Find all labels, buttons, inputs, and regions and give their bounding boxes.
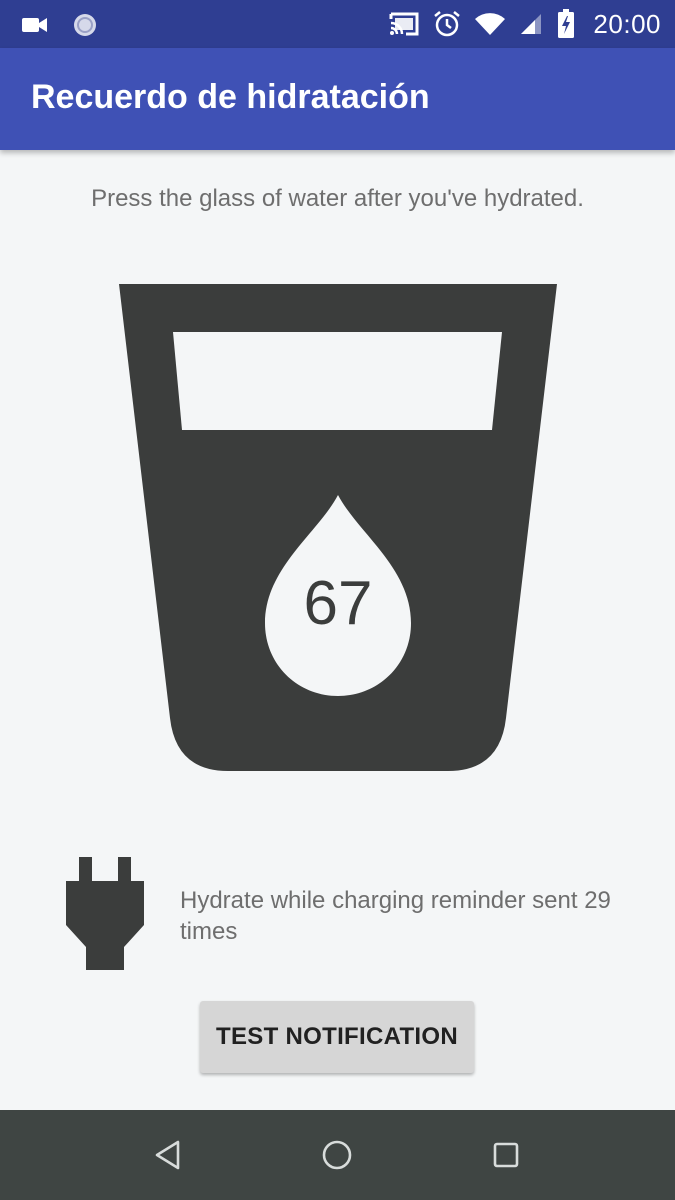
status-bar-right: 20:00 [389, 8, 661, 40]
app-title: Recuerdo de hidratación [31, 78, 430, 116]
home-button[interactable] [319, 1137, 355, 1173]
status-bar-left [22, 12, 98, 38]
battery-charging-icon [557, 9, 575, 39]
cellular-signal-icon [519, 12, 543, 36]
charging-reminder-text: Hydrate while charging reminder sent 29 … [180, 887, 611, 945]
app-bar: Recuerdo de hidratación [0, 48, 675, 150]
water-count: 67 [303, 569, 373, 638]
test-notification-button[interactable]: TEST NOTIFICATION [200, 1001, 474, 1073]
alarm-icon [433, 10, 461, 38]
navigation-bar [0, 1110, 675, 1200]
recents-icon [488, 1137, 524, 1173]
video-camera-icon [22, 14, 48, 36]
cast-icon [389, 11, 419, 37]
status-bar: 20:00 [0, 0, 675, 48]
water-glass-button[interactable]: 67 [118, 283, 558, 773]
home-icon [319, 1137, 355, 1173]
main-content: Press the glass of water after you've hy… [0, 150, 675, 1110]
instructions-text: Press the glass of water after you've hy… [91, 185, 584, 212]
water-glass-icon [118, 283, 558, 773]
charging-reminder-row: Hydrate while charging reminder sent 29 … [0, 850, 675, 980]
screen: 20:00 Recuerdo de hidratación Press the … [0, 0, 675, 1200]
wifi-icon [475, 12, 506, 36]
power-plug-icon [66, 857, 144, 976]
back-icon [150, 1137, 186, 1173]
recents-button[interactable] [488, 1137, 524, 1173]
status-time: 20:00 [593, 8, 661, 39]
back-button[interactable] [150, 1137, 186, 1173]
app-notification-icon [72, 12, 98, 38]
